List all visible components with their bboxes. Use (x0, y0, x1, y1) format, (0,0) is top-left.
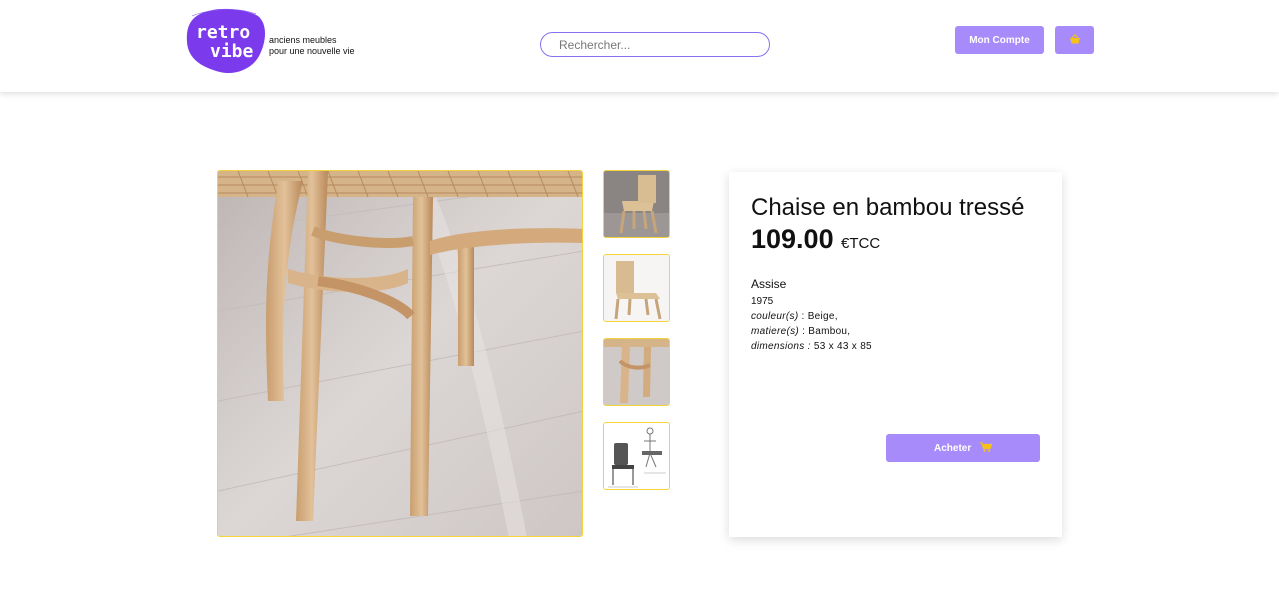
price-row: 109.00 €TCC (751, 224, 1040, 255)
site-header: retro vibe anciens meubles pour une nouv… (0, 0, 1279, 92)
material-value: : Bambou, (799, 326, 851, 337)
logo-text-top: retro (196, 22, 250, 43)
tagline-line1: anciens meubles (269, 35, 337, 45)
buy-button[interactable]: Acheter (886, 434, 1040, 462)
product-price: 109.00 (751, 224, 834, 254)
color-value: : Beige, (798, 311, 838, 322)
dimensions-value: 53 x 43 x 85 (810, 341, 872, 352)
product-main-image (217, 170, 583, 537)
color-label: couleur(s) (751, 311, 799, 322)
product-title: Chaise en bambou tressé (751, 194, 1025, 221)
product-category: Assise (751, 277, 787, 291)
product-material: matiere(s) : Bambou, (751, 326, 1040, 337)
material-label: matiere(s) (751, 326, 800, 337)
dimensions-label: dimensions : (751, 341, 811, 352)
buy-label: Acheter (933, 443, 972, 454)
search-input[interactable] (540, 32, 770, 57)
product-dimensions: dimensions : 53 x 43 x 85 (751, 341, 1040, 352)
tagline: anciens meubles pour une nouvelle vie (269, 35, 355, 57)
product-thumbnail[interactable] (603, 254, 670, 322)
cart-button[interactable] (1055, 26, 1094, 54)
retrovibe-logo[interactable]: retro vibe (186, 8, 266, 74)
basket-icon (1069, 33, 1080, 43)
price-currency: €TCC (841, 235, 881, 252)
cart-icon (980, 442, 993, 454)
product-info-card: Chaise en bambou tressé 109.00 €TCC Assi… (729, 172, 1062, 537)
product-thumbnail[interactable] (603, 338, 670, 406)
product-color: couleur(s) : Beige, (751, 311, 1040, 322)
logo-text-bottom: vibe (210, 41, 254, 62)
account-button[interactable]: Mon Compte (955, 26, 1044, 54)
product-year: 1975 (751, 296, 774, 307)
product-thumbnail[interactable] (603, 422, 670, 490)
tagline-line2: pour une nouvelle vie (269, 46, 355, 56)
product-thumbnail[interactable] (603, 170, 670, 238)
